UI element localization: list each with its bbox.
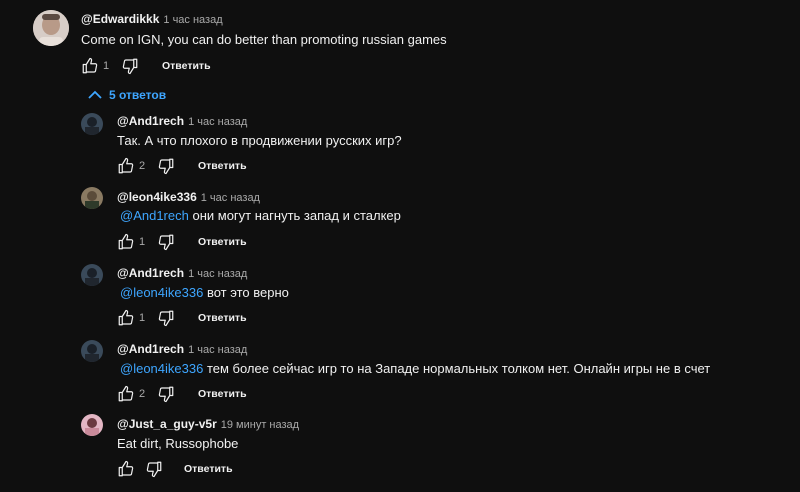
author-name[interactable]: @leon4ike336 [117,190,197,204]
comment-meta: @And1rech 1 час назад [117,114,247,128]
avatar[interactable] [81,340,103,362]
reply-button[interactable]: Ответить [162,60,211,72]
like-count: 1 [139,236,146,248]
author-name[interactable]: @And1rech [117,342,184,356]
comment-meta: @Just_a_guy-v5r 19 минут назад [117,417,299,431]
dislike-icon[interactable] [121,57,141,77]
avatar[interactable] [81,187,103,209]
avatar[interactable] [81,264,103,286]
comment-time[interactable]: 1 час назад [201,192,260,204]
comment-meta: @Edwardikkk 1 час назад [81,12,223,26]
avatar[interactable] [81,414,103,436]
like-count: 1 [139,312,146,324]
comment-actions: 1 Ответить [81,57,281,77]
dislike-icon[interactable] [157,309,177,329]
comment-meta: @And1rech 1 час назад [117,266,247,280]
dislike-icon[interactable] [157,233,177,253]
chevron-up-icon [88,90,102,99]
mention-link[interactable]: @And1rech [120,208,189,223]
like-count: 1 [103,60,110,72]
comment-time[interactable]: 1 час назад [188,268,247,280]
like-icon[interactable] [117,233,137,253]
reply-comment: @And1rech 1 час назад @leon4ike336 вот эт… [0,262,800,334]
comment-body: вот это верно [206,285,289,300]
comment-text: Так. А что плохого в продвижении русских… [117,133,402,148]
comment-actions: 2 Ответить [117,157,317,177]
like-icon[interactable] [117,385,137,405]
mention-link[interactable]: @leon4ike336 [120,285,203,300]
like-count: 2 [139,388,146,400]
reply-comment: @And1rech 1 час назад Так. А что плохого … [0,110,800,182]
comment-body: тем более сейчас игр то на Западе нормал… [206,361,711,376]
reply-button[interactable]: Ответить [198,160,247,172]
comment-text: @leon4ike336 вот это верно [120,285,289,300]
avatar[interactable] [33,10,69,46]
comment-actions: Ответить [117,460,317,480]
replies-count: 5 ответов [109,88,167,102]
reply-button[interactable]: Ответить [184,463,233,475]
comment-body: они могут нагнуть запад и сталкер [192,208,401,223]
mention-link[interactable]: @leon4ike336 [120,361,203,376]
like-icon[interactable] [117,157,137,177]
comment-text: Eat dirt, Russophobe [117,436,238,451]
comment-actions: 1 Ответить [117,233,317,253]
reply-button[interactable]: Ответить [198,236,247,248]
like-count: 2 [139,160,146,172]
like-icon[interactable] [117,460,137,480]
comment-meta: @And1rech 1 час назад [117,342,247,356]
dislike-icon[interactable] [157,385,177,405]
author-name[interactable]: @Edwardikkk [81,12,159,26]
comment-time[interactable]: 19 минут назад [221,419,299,431]
dislike-icon[interactable] [157,157,177,177]
comment-text: Come on IGN, you can do better than prom… [81,32,447,47]
comment-actions: 1 Ответить [117,309,317,329]
dislike-icon[interactable] [145,460,165,480]
avatar[interactable] [81,113,103,135]
reply-comment: @leon4ike336 1 час назад @And1rech они мо… [0,185,800,257]
reply-button[interactable]: Ответить [198,312,247,324]
comment-text: @leon4ike336 тем более сейчас игр то на … [120,361,710,376]
comment-text: @And1rech они могут нагнуть запад и стал… [120,208,401,223]
like-icon[interactable] [81,57,101,77]
author-name[interactable]: @And1rech [117,266,184,280]
reply-button[interactable]: Ответить [198,388,247,400]
like-icon[interactable] [117,309,137,329]
comment-time[interactable]: 1 час назад [188,344,247,356]
comment-body: Так. А что плохого в продвижении русских… [117,133,402,148]
author-name[interactable]: @Just_a_guy-v5r [117,417,217,431]
author-name[interactable]: @And1rech [117,114,184,128]
comment-actions: 2 Ответить [117,385,317,405]
reply-comment: @And1rech 1 час назад @leon4ike336 тем бо… [0,338,800,410]
reply-comment: @Just_a_guy-v5r 19 минут назад Eat dirt, … [0,413,800,488]
comment-time[interactable]: 1 час назад [188,116,247,128]
root-comment: @Edwardikkk 1 час назад Come on IGN, you … [0,0,800,90]
comment-meta: @leon4ike336 1 час назад [117,190,260,204]
comment-body: Eat dirt, Russophobe [117,436,239,451]
comment-time[interactable]: 1 час назад [163,14,222,26]
